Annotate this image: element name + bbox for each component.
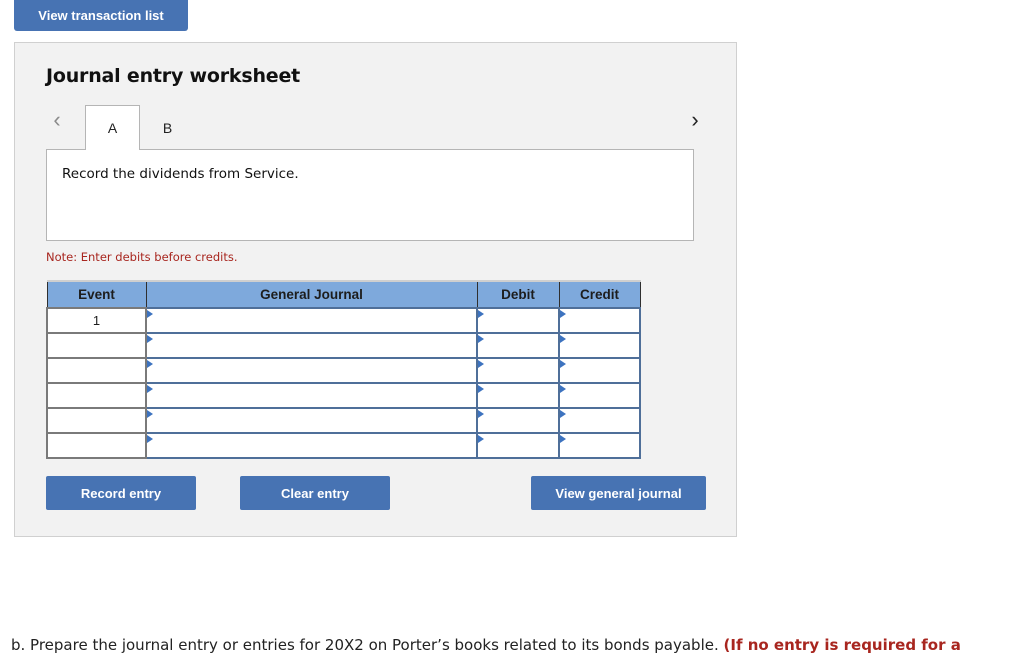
debits-credits-note: Note: Enter debits before credits.: [46, 250, 238, 264]
view-transaction-list-button[interactable]: View transaction list: [14, 0, 188, 31]
event-cell: [46, 357, 147, 384]
dropdown-indicator-icon: [478, 410, 484, 418]
credit-cell: [558, 382, 641, 409]
credit-cell: [558, 357, 641, 384]
worksheet-title: Journal entry worksheet: [46, 65, 301, 87]
view-general-journal-button[interactable]: View general journal: [531, 476, 706, 510]
general-journal-cell: [145, 332, 478, 359]
credit-cell: [558, 307, 641, 334]
debit-input[interactable]: [478, 409, 558, 432]
general-journal-cell: [145, 357, 478, 384]
part-b-instruction: (If no entry is required for a: [723, 636, 961, 654]
table-row: [46, 432, 641, 459]
table-row: [46, 332, 641, 359]
transaction-description-box: Record the dividends from Service.: [46, 149, 694, 241]
general-journal-input[interactable]: [147, 309, 476, 332]
column-header-general-journal: General Journal: [145, 280, 478, 309]
credit-cell: [558, 332, 641, 359]
credit-cell: [558, 407, 641, 434]
general-journal-input[interactable]: [147, 384, 476, 407]
credit-input[interactable]: [560, 359, 639, 382]
dropdown-indicator-icon: [478, 335, 484, 343]
chevron-left-icon[interactable]: ‹: [49, 109, 65, 131]
credit-cell: [558, 432, 641, 459]
credit-input[interactable]: [560, 309, 639, 332]
dropdown-indicator-icon: [478, 385, 484, 393]
credit-input[interactable]: [560, 434, 639, 457]
general-journal-input[interactable]: [147, 434, 476, 457]
table-row: [46, 407, 641, 434]
tab-a[interactable]: A: [85, 105, 140, 150]
debit-cell: [476, 407, 560, 434]
dropdown-indicator-icon: [560, 410, 566, 418]
event-cell: [46, 407, 147, 434]
part-b-question: b. Prepare the journal entry or entries …: [11, 636, 961, 654]
dropdown-indicator-icon: [147, 385, 153, 393]
credit-input[interactable]: [560, 334, 639, 357]
event-cell: [46, 432, 147, 459]
general-journal-input[interactable]: [147, 334, 476, 357]
column-header-debit: Debit: [476, 280, 560, 309]
debit-input[interactable]: [478, 334, 558, 357]
dropdown-indicator-icon: [147, 335, 153, 343]
debit-cell: [476, 332, 560, 359]
debit-cell: [476, 357, 560, 384]
tab-b[interactable]: B: [140, 105, 195, 150]
table-header-row: Event General Journal Debit Credit: [46, 280, 641, 309]
debit-cell: [476, 382, 560, 409]
dropdown-indicator-icon: [147, 360, 153, 368]
dropdown-indicator-icon: [478, 360, 484, 368]
transaction-description: Record the dividends from Service.: [62, 166, 299, 182]
debit-cell: [476, 432, 560, 459]
event-cell: 1: [46, 307, 147, 334]
dropdown-indicator-icon: [560, 385, 566, 393]
debit-input[interactable]: [478, 384, 558, 407]
chevron-right-icon[interactable]: ›: [687, 109, 703, 131]
column-header-credit: Credit: [558, 280, 641, 309]
general-journal-input[interactable]: [147, 359, 476, 382]
dropdown-indicator-icon: [560, 335, 566, 343]
credit-input[interactable]: [560, 384, 639, 407]
journal-entry-worksheet-panel: Journal entry worksheet ‹ › A B Record t…: [14, 42, 737, 537]
clear-entry-button[interactable]: Clear entry: [240, 476, 390, 510]
column-header-event: Event: [46, 280, 147, 309]
debit-input[interactable]: [478, 359, 558, 382]
general-journal-input[interactable]: [147, 409, 476, 432]
debit-input[interactable]: [478, 309, 558, 332]
credit-input[interactable]: [560, 409, 639, 432]
event-cell: [46, 332, 147, 359]
dropdown-indicator-icon: [560, 435, 566, 443]
dropdown-indicator-icon: [560, 310, 566, 318]
event-cell: [46, 382, 147, 409]
part-b-text: b. Prepare the journal entry or entries …: [11, 636, 724, 654]
general-journal-cell: [145, 382, 478, 409]
table-row: [46, 357, 641, 384]
table-row: 1: [46, 307, 641, 334]
dropdown-indicator-icon: [147, 410, 153, 418]
debit-cell: [476, 307, 560, 334]
journal-table: Event General Journal Debit Credit 1: [46, 280, 641, 459]
debit-input[interactable]: [478, 434, 558, 457]
record-entry-button[interactable]: Record entry: [46, 476, 196, 510]
general-journal-cell: [145, 307, 478, 334]
general-journal-cell: [145, 432, 478, 459]
dropdown-indicator-icon: [478, 435, 484, 443]
dropdown-indicator-icon: [147, 310, 153, 318]
dropdown-indicator-icon: [478, 310, 484, 318]
dropdown-indicator-icon: [147, 435, 153, 443]
table-row: [46, 382, 641, 409]
dropdown-indicator-icon: [560, 360, 566, 368]
general-journal-cell: [145, 407, 478, 434]
